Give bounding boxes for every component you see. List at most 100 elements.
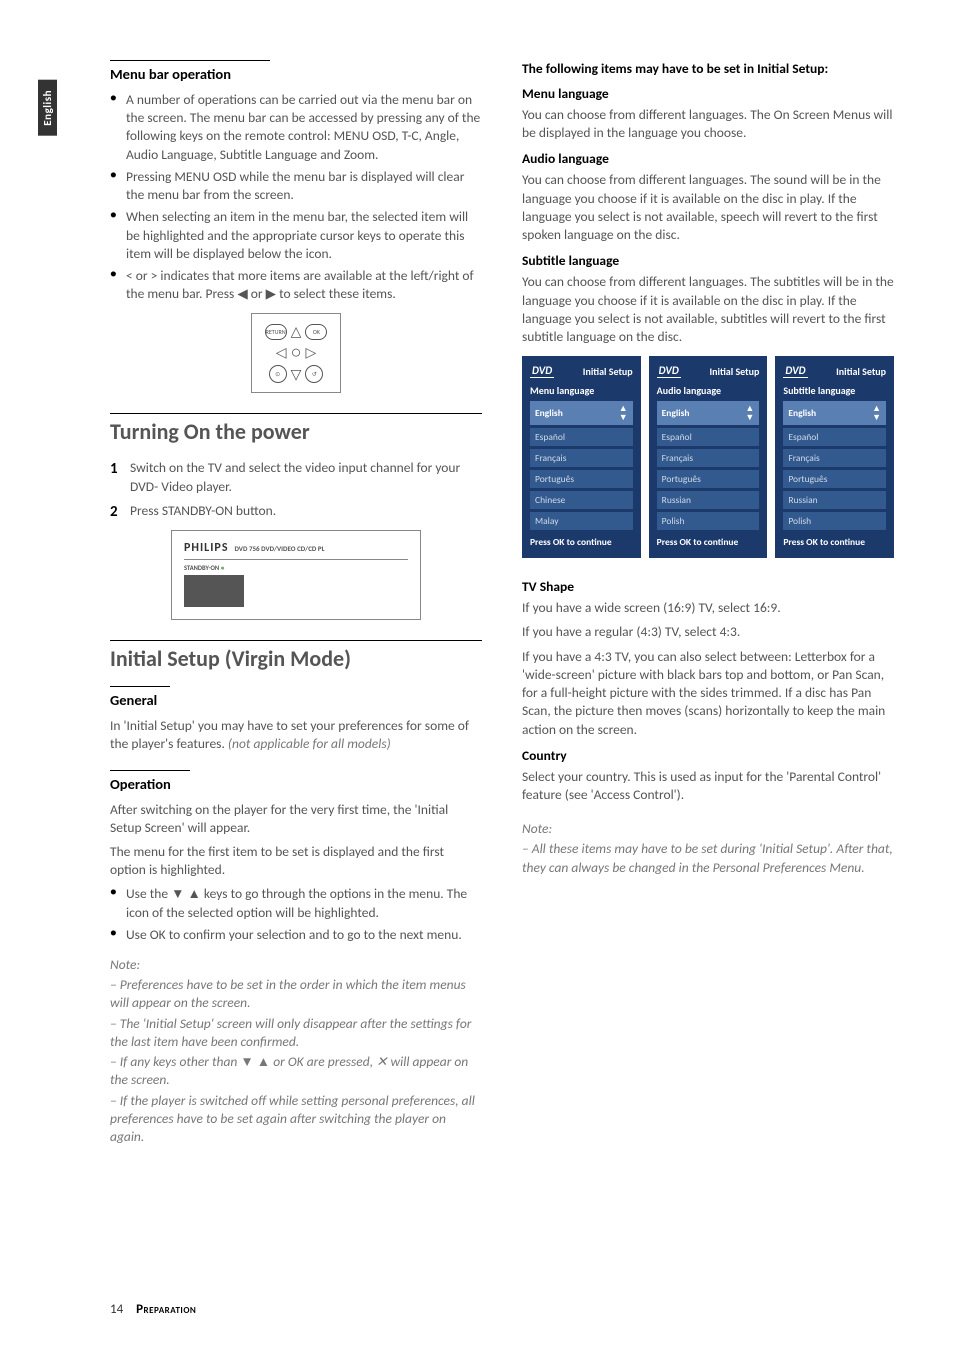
- osd-title: Initial Setup: [687, 365, 759, 378]
- osd-item: Polish: [783, 512, 886, 530]
- brand-logo: PHILIPS: [184, 541, 229, 555]
- osd-footer: Press OK to continue: [783, 536, 886, 548]
- return-button-icon: RETURN: [265, 324, 287, 340]
- intro-heading: The following items may have to be set i…: [522, 60, 894, 77]
- osd-item: Français: [657, 449, 760, 467]
- model-text: DVD 756 DVD/VIDEO CD/CD PL: [235, 544, 325, 553]
- heading-country: Country: [522, 747, 894, 764]
- country-para: Select your country. This is used as inp…: [522, 768, 894, 804]
- osd-item: Português: [530, 470, 633, 488]
- updown-arrow-icon: ▲▼: [872, 404, 881, 422]
- osd-item: Russian: [657, 491, 760, 509]
- aux-button-icon: ⊙: [269, 365, 287, 383]
- osd-footer: Press OK to continue: [657, 536, 760, 548]
- osd-subtitle: Audio language: [657, 384, 760, 397]
- heading-menubar: Menu bar operation: [110, 65, 482, 83]
- section-name: Preparation: [136, 1302, 196, 1317]
- bullet-item: When selecting an item in the menu bar, …: [110, 208, 482, 263]
- osd-item-selected: English▲▼: [657, 401, 760, 425]
- bullet-item: Use OK to confirm your selection and to …: [110, 926, 482, 944]
- note-item: – If any keys other than ▼ ▲ or OK are p…: [110, 1053, 482, 1089]
- center-circle-icon: ○: [291, 342, 302, 363]
- note-label: Note:: [522, 820, 894, 838]
- heading-operation: Operation: [110, 775, 482, 793]
- osd-item-selected: English▲▼: [783, 401, 886, 425]
- step-text: Switch on the TV and select the video in…: [130, 459, 460, 494]
- osd-title: Initial Setup: [814, 365, 886, 378]
- audio-language-para: You can choose from different languages.…: [522, 171, 894, 244]
- dvd-logo-icon: DVD: [530, 364, 554, 378]
- general-note: (not applicable for all models): [228, 735, 391, 752]
- osd-item: Malay: [530, 512, 633, 530]
- note-label: Note:: [110, 956, 482, 974]
- dvd-logo-icon: DVD: [783, 364, 807, 378]
- step-text: Press STANDBY-ON button.: [130, 502, 276, 519]
- bullet-item: A number of operations can be carried ou…: [110, 91, 482, 164]
- heading-power: Turning On the power: [110, 418, 482, 445]
- note-item: – If the player is switched off while se…: [110, 1092, 482, 1147]
- bullet-item: < or > indicates that more items are ava…: [110, 267, 482, 303]
- heading-audio-language: Audio language: [522, 150, 894, 167]
- heading-tvshape: TV Shape: [522, 578, 894, 595]
- osd-item: Russian: [783, 491, 886, 509]
- left-column: Menu bar operation A number of operation…: [110, 60, 482, 1166]
- display-icon: [184, 575, 244, 607]
- tvshape-para: If you have a regular (4:3) TV, select 4…: [522, 623, 894, 641]
- remote-figure: RETURN △ OK ◁ ○ ▷ ⊙ ▽ ↺: [251, 313, 341, 393]
- page-footer: 14 Preparation: [110, 1302, 196, 1317]
- osd-figures: DVD Initial Setup Menu language English▲▼…: [522, 356, 894, 558]
- osd-subtitle: Subtitle language: [783, 384, 886, 397]
- note-item: – Preferences have to be set in the orde…: [110, 976, 482, 1012]
- osd-item: Chinese: [530, 491, 633, 509]
- tvshape-para: If you have a 4:3 TV, you can also selec…: [522, 648, 894, 739]
- right-column: The following items may have to be set i…: [522, 60, 894, 1166]
- note-text: – All these items may have to be set dur…: [522, 840, 894, 876]
- menubar-bullets: A number of operations can be carried ou…: [110, 91, 482, 303]
- updown-arrow-icon: ▲▼: [619, 404, 628, 422]
- osd-footer: Press OK to continue: [530, 536, 633, 548]
- operation-bullets: Use the ▼ ▲ keys to go through the optio…: [110, 885, 482, 944]
- operation-para: After switching on the player for the ve…: [110, 801, 482, 837]
- aux-button-icon: ↺: [305, 365, 323, 383]
- osd-item: Português: [657, 470, 760, 488]
- osd-item: Français: [530, 449, 633, 467]
- bullet-item: Use the ▼ ▲ keys to go through the optio…: [110, 885, 482, 921]
- down-arrow-icon: ▽: [291, 366, 302, 383]
- heading-subtitle-language: Subtitle language: [522, 252, 894, 269]
- standby-label: STANDBY-ON ●: [184, 564, 244, 572]
- step-item: 1Switch on the TV and select the video i…: [110, 459, 482, 495]
- heading-general: General: [110, 691, 482, 709]
- player-figure: PHILIPS DVD 756 DVD/VIDEO CD/CD PL STAND…: [171, 530, 421, 620]
- osd-menu-language: DVD Initial Setup Menu language English▲▼…: [522, 356, 641, 558]
- subtitle-language-para: You can choose from different languages.…: [522, 273, 894, 346]
- note-item: – The 'Initial Setup' screen will only d…: [110, 1015, 482, 1051]
- osd-item: Polish: [657, 512, 760, 530]
- dvd-logo-icon: DVD: [657, 364, 681, 378]
- left-arrow-icon: ◁: [276, 344, 287, 361]
- osd-item: Español: [530, 428, 633, 446]
- heading-setup: Initial Setup (Virgin Mode): [110, 645, 482, 672]
- menu-language-para: You can choose from different languages.…: [522, 106, 894, 142]
- osd-item: Português: [783, 470, 886, 488]
- page-number: 14: [110, 1302, 123, 1317]
- language-tab: English: [38, 80, 57, 136]
- ok-button-icon: OK: [305, 324, 327, 340]
- power-steps: 1Switch on the TV and select the video i…: [110, 459, 482, 520]
- updown-arrow-icon: ▲▼: [745, 404, 754, 422]
- osd-title: Initial Setup: [560, 365, 632, 378]
- osd-audio-language: DVD Initial Setup Audio language English▲…: [649, 356, 768, 558]
- osd-item-selected: English▲▼: [530, 401, 633, 425]
- heading-menu-language: Menu language: [522, 85, 894, 102]
- operation-para: The menu for the first item to be set is…: [110, 843, 482, 879]
- osd-item: Español: [657, 428, 760, 446]
- osd-item: Español: [783, 428, 886, 446]
- osd-item: Français: [783, 449, 886, 467]
- general-text: In 'Initial Setup' you may have to set y…: [110, 717, 482, 753]
- step-item: 2Press STANDBY-ON button.: [110, 502, 482, 520]
- tvshape-para: If you have a wide screen (16:9) TV, sel…: [522, 599, 894, 617]
- up-arrow-icon: △: [291, 323, 302, 340]
- osd-subtitle-language: DVD Initial Setup Subtitle language Engli…: [775, 356, 894, 558]
- osd-subtitle: Menu language: [530, 384, 633, 397]
- right-arrow-icon: ▷: [305, 344, 316, 361]
- bullet-item: Pressing MENU OSD while the menu bar is …: [110, 168, 482, 204]
